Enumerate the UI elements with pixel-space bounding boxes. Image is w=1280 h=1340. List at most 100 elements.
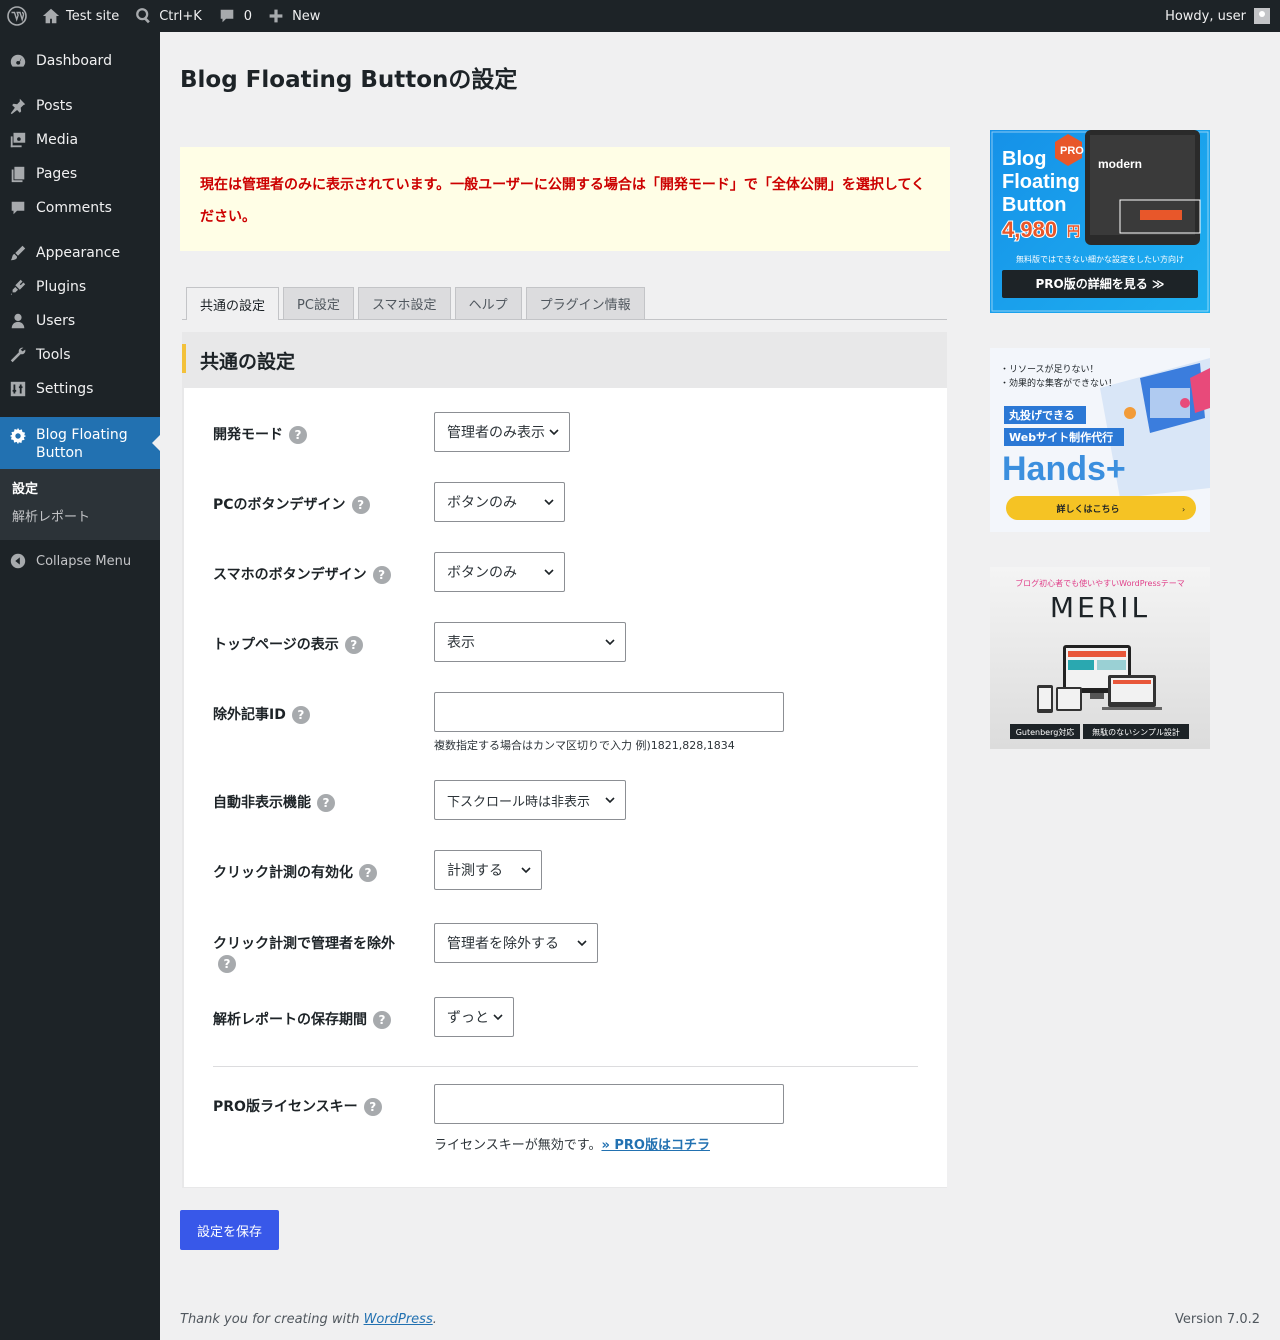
sidebar-item-label: Comments [36,200,112,216]
hands-plus-banner-graphic: ・リソースが足りない！ ・効果的な集客ができない！ 丸投げできる Webサイト制… [1000,358,1210,520]
report-retention-select[interactable]: ずっと [434,997,514,1037]
sidebar-item-label: Users [36,313,76,329]
chevron-down-icon [521,867,531,874]
svg-text:Button: Button [1002,194,1066,216]
footer-version: Version 7.0.2 [1174,1312,1260,1327]
svg-text:Floating: Floating [1002,171,1080,193]
sidebar-item-label: Settings [36,381,94,397]
exclude-ids-hint: 複数指定する場合はカンマ区切りで入力 例)1821,828,1834 [434,739,735,752]
license-status: ライセンスキーが無効です。» PRO版はコチラ [434,1138,710,1153]
sidebar-item-label: Media [36,132,79,148]
gear-icon [8,426,28,446]
exclude-admin-select[interactable]: 管理者を除外する [434,923,598,963]
pro-link[interactable]: » PRO版はコチラ [601,1138,710,1153]
main-content: Blog Floating Buttonの設定 現在は管理者のみに表示されていま… [160,32,1280,1340]
help-icon[interactable]: ? [218,955,236,973]
sidebar-item-appearance[interactable]: Appearance [0,236,160,270]
comments-count: 0 [243,8,253,24]
sidebar-item-label: Tools [36,347,71,363]
tab-help[interactable]: ヘルプ [454,287,522,319]
wordpress-link[interactable]: WordPress [364,1312,433,1327]
command-palette-button[interactable]: Ctrl+K [127,0,210,32]
help-icon[interactable]: ? [373,1011,391,1029]
sidebar-item-media[interactable]: Media [0,123,160,157]
admin-only-notice: 現在は管理者のみに表示されています。一般ユーザーに公開する場合は「開発モード」で… [180,147,950,251]
plus-icon [269,9,283,23]
hands-plus-banner[interactable]: ・リソースが足りない！ ・効果的な集客ができない！ 丸投げできる Webサイト制… [990,348,1210,532]
submenu-item-settings[interactable]: 設定 [0,476,160,504]
new-content-button[interactable]: New [260,0,328,32]
sidebar-item-blog-floating-button[interactable]: Blog Floating Button [0,417,160,469]
chevron-down-icon [577,940,587,947]
tab-pc[interactable]: PC設定 [283,287,354,319]
auto-hide-select[interactable]: 下スクロール時は非表示 [434,780,626,820]
comments-link[interactable]: 0 [210,0,260,32]
svg-text:・効果的な集客ができない！: ・効果的な集客ができない！ [1000,377,1117,389]
search-icon [136,8,151,24]
sidebar-item-label: Appearance [36,245,121,261]
sidebar-item-users[interactable]: Users [0,304,160,338]
sidebar-item-settings[interactable]: Settings [0,372,160,406]
field-label: クリック計測で管理者を除外? [213,936,395,973]
sidebar-item-label: Posts [36,98,73,114]
account-menu[interactable]: Howdy, user [1157,0,1280,32]
license-key-input[interactable] [434,1084,784,1124]
wordpress-logo-icon[interactable] [0,0,34,32]
howdy-label: Howdy, user [1165,8,1246,24]
sidebar-item-comments[interactable]: Comments [0,191,160,225]
top-page-select[interactable]: 表示 [434,622,626,662]
pc-design-select[interactable]: ボタンのみ [434,482,565,522]
sidebar-item-plugins[interactable]: Plugins [0,270,160,304]
brush-icon [8,243,28,263]
help-icon[interactable]: ? [289,426,307,444]
submenu-item-report[interactable]: 解析レポート [0,504,160,532]
field-label: クリック計測の有効化? [213,864,408,882]
help-icon[interactable]: ? [363,1098,382,1116]
chevron-down-icon [493,1014,503,1021]
sp-design-select[interactable]: ボタンのみ [434,552,565,592]
field-label: 解析レポートの保存期間? [213,1011,408,1029]
home-icon [42,8,60,24]
chevron-down-icon [605,639,615,646]
help-icon[interactable]: ? [359,864,377,882]
svg-text:Blog: Blog [1002,148,1046,170]
plugin-icon [8,277,28,297]
svg-text:無駄のないシンプル設計: 無駄のないシンプル設計 [1092,727,1180,737]
meril-banner[interactable]: ブログ初心者でも使いやすいWordPressテーマ MERIL Gutenber… [990,567,1210,749]
svg-text:PRO版の詳細を見る ≫: PRO版の詳細を見る ≫ [1036,276,1165,291]
site-name-link[interactable]: Test site [34,0,127,32]
sidebar-item-label: Plugins [36,279,87,295]
svg-text:・リソースが足りない！: ・リソースが足りない！ [1000,363,1099,375]
tab-smartphone[interactable]: スマホ設定 [357,287,451,319]
help-icon[interactable]: ? [351,496,370,514]
avatar [1254,8,1270,24]
settings-panel: 開発モード? 管理者のみ表示 PCのボタンデザイン? ボタンのみ スマホのボタン… [184,388,947,1187]
sidebar-item-tools[interactable]: Tools [0,338,160,372]
collapse-menu-button[interactable]: Collapse Menu [0,544,160,578]
search-shortcut-label: Ctrl+K [159,8,202,24]
chevron-down-icon [544,569,554,576]
comment-icon [220,9,234,23]
help-icon[interactable]: ? [372,566,391,584]
save-settings-button[interactable]: 設定を保存 [180,1210,279,1250]
help-icon[interactable]: ? [291,706,310,724]
pro-banner[interactable]: modern PRO Blog Floating Button 4,980 円 … [990,130,1210,313]
help-icon[interactable]: ? [317,794,335,812]
media-icon [8,130,28,150]
field-label: 除外記事ID? [213,706,408,724]
sidebar-item-posts[interactable]: Posts [0,89,160,123]
dev-mode-select[interactable]: 管理者のみ表示 [434,412,570,452]
chevron-down-icon [549,429,559,436]
svg-text:円: 円 [1067,224,1080,239]
tab-common[interactable]: 共通の設定 [186,287,280,320]
collapse-icon [8,551,28,571]
sidebar-item-pages[interactable]: Pages [0,157,160,191]
sidebar-item-dashboard[interactable]: Dashboard [0,44,160,78]
help-icon[interactable]: ? [344,636,363,654]
exclude-ids-input[interactable] [434,692,784,732]
click-tracking-select[interactable]: 計測する [434,850,542,890]
tab-plugin-info[interactable]: プラグイン情報 [525,287,645,319]
field-label: スマホのボタンデザイン? [213,566,408,584]
divider [213,1066,918,1067]
meril-banner-graphic: ブログ初心者でも使いやすいWordPressテーマ MERIL Gutenber… [1010,578,1189,739]
